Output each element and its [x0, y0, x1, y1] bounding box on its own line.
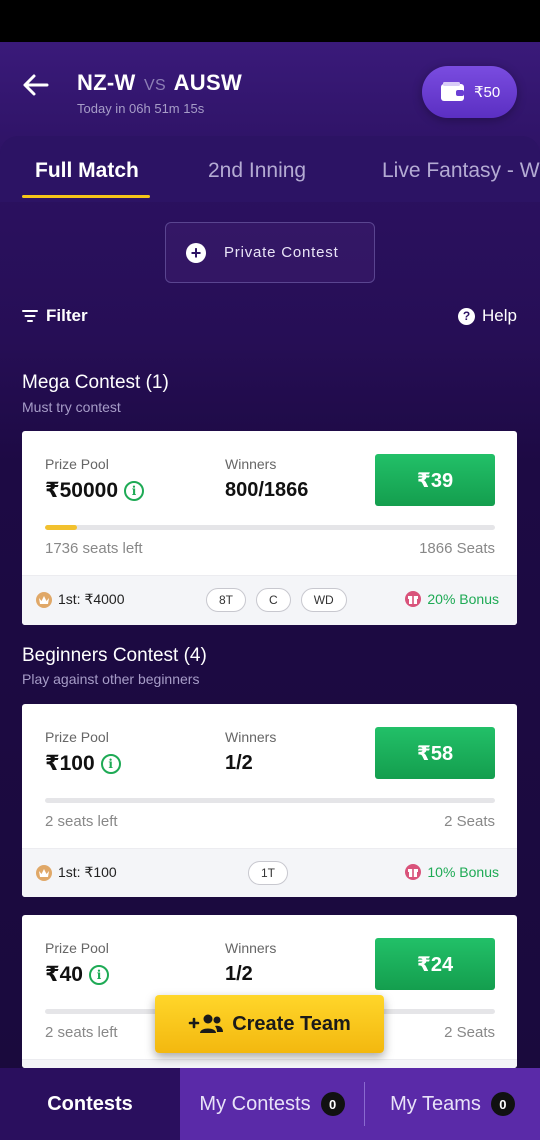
contest-tags: 1T: [248, 861, 289, 885]
filter-button[interactable]: Filter: [22, 306, 88, 326]
vs-label: VS: [144, 77, 166, 94]
seats-total: 1866 Seats: [419, 540, 495, 557]
crown-icon: [36, 864, 52, 881]
plus-icon: +: [186, 242, 206, 263]
help-button[interactable]: ? Help: [458, 306, 517, 326]
bonus-badge: 20% Bonus: [405, 591, 499, 607]
prize-pool-label: Prize Pool: [45, 456, 109, 472]
first-prize-label: 1st: ₹100: [58, 864, 117, 880]
card-footer: [22, 1059, 517, 1068]
tab-full-match[interactable]: Full Match: [35, 159, 139, 183]
info-icon[interactable]: i: [100, 753, 121, 774]
wallet-balance: ₹50: [474, 84, 501, 101]
private-contest-label: Private Contest: [224, 244, 339, 261]
prize-pool-value: ₹100 i: [45, 751, 121, 776]
wallet-button[interactable]: ₹50: [422, 66, 517, 118]
seats-left: 1736 seats left: [45, 540, 143, 557]
contest-card[interactable]: Prize Pool ₹50000 i Winners 800/1866 ₹39…: [22, 431, 517, 625]
wallet-icon: [441, 82, 464, 101]
contest-tags: 8T C WD: [206, 588, 347, 612]
winners-label: Winners: [225, 940, 277, 956]
filter-icon: [22, 310, 38, 322]
seats-total: 2 Seats: [444, 813, 495, 830]
prize-pool-label: Prize Pool: [45, 729, 109, 745]
gift-icon: [405, 591, 422, 607]
winners-label: Winners: [225, 729, 277, 745]
contest-card[interactable]: Prize Pool ₹100 i Winners 1/2 ₹58 2 seat…: [22, 704, 517, 897]
status-bar: [0, 0, 540, 42]
prize-pool-amount: ₹40: [45, 963, 83, 986]
bonus-label: 10% Bonus: [427, 864, 499, 880]
seats-total: 2 Seats: [444, 1024, 495, 1041]
seats-progress-fill: [45, 525, 77, 530]
nav-my-teams-label: My Teams: [390, 1092, 481, 1115]
tab-live-fantasy[interactable]: Live Fantasy - W: [382, 159, 540, 183]
gift-icon: [405, 864, 422, 880]
create-team-label: Create Team: [232, 1012, 351, 1035]
winners-label: Winners: [225, 456, 277, 472]
team1-name: NZ-W: [77, 70, 136, 95]
my-teams-count-badge: 0: [490, 1092, 515, 1116]
winners-value: 1/2: [225, 963, 253, 985]
contest-tag[interactable]: C: [256, 588, 291, 612]
winners-value: 800/1866: [225, 479, 309, 501]
section-subtitle-beginners: Play against other beginners: [22, 671, 200, 687]
join-entry-button[interactable]: ₹24: [375, 938, 495, 990]
info-icon[interactable]: i: [124, 480, 145, 501]
add-team-icon: [188, 1014, 224, 1033]
nav-contests-label: Contests: [47, 1092, 133, 1115]
private-contest-button[interactable]: + Private Contest: [165, 222, 375, 283]
first-prize: 1st: ₹4000: [36, 591, 125, 608]
prize-pool-value: ₹50000 i: [45, 478, 145, 503]
filter-label: Filter: [46, 306, 88, 325]
first-prize: 1st: ₹100: [36, 864, 117, 881]
team2-name: AUSW: [173, 70, 243, 95]
winners-value: 1/2: [225, 752, 253, 774]
nav-contests[interactable]: Contests: [0, 1068, 180, 1140]
help-label: Help: [482, 306, 517, 325]
info-icon[interactable]: i: [88, 964, 109, 985]
prize-pool-amount: ₹50000: [45, 479, 119, 502]
bottom-navigation: Contests My Contests 0 My Teams 0: [0, 1068, 540, 1140]
match-title: NZ-W VS AUSW: [77, 70, 242, 96]
join-entry-button[interactable]: ₹58: [375, 727, 495, 779]
create-team-button[interactable]: Create Team: [155, 995, 384, 1053]
section-title-beginners: Beginners Contest (4): [22, 645, 207, 666]
contest-tag[interactable]: 8T: [206, 588, 247, 612]
match-countdown: Today in 06h 51m 15s: [77, 101, 205, 116]
seats-left: 2 seats left: [45, 813, 118, 830]
card-footer: 1st: ₹4000 8T C WD 20% Bonus: [22, 575, 517, 625]
help-icon: ?: [458, 307, 476, 325]
bonus-label: 20% Bonus: [427, 591, 499, 607]
seats-left: 2 seats left: [45, 1024, 118, 1041]
bonus-badge: 10% Bonus: [405, 864, 499, 880]
contest-tag[interactable]: WD: [300, 588, 347, 612]
prize-pool-amount: ₹100: [45, 752, 95, 775]
active-tab-indicator: [22, 195, 150, 198]
seats-progress-bar: [45, 525, 495, 530]
tab-2nd-inning[interactable]: 2nd Inning: [208, 159, 306, 183]
match-tabs: Full Match 2nd Inning Live Fantasy - W: [0, 136, 540, 202]
prize-pool-value: ₹40 i: [45, 962, 109, 987]
section-title-mega: Mega Contest (1): [22, 372, 169, 393]
first-prize-label: 1st: ₹4000: [58, 591, 125, 607]
nav-my-contests[interactable]: My Contests 0: [180, 1068, 364, 1140]
seats-progress-bar: [45, 798, 495, 803]
card-footer: 1st: ₹100 1T 10% Bonus: [22, 848, 517, 897]
crown-icon: [36, 591, 52, 608]
my-contests-count-badge: 0: [320, 1092, 345, 1116]
contest-tag[interactable]: 1T: [248, 861, 289, 885]
join-entry-button[interactable]: ₹39: [375, 454, 495, 506]
back-button[interactable]: [18, 68, 52, 102]
nav-my-teams[interactable]: My Teams 0: [365, 1068, 540, 1140]
back-arrow-icon: [23, 74, 49, 96]
section-subtitle-mega: Must try contest: [22, 399, 121, 415]
nav-my-contests-label: My Contests: [199, 1092, 311, 1115]
prize-pool-label: Prize Pool: [45, 940, 109, 956]
